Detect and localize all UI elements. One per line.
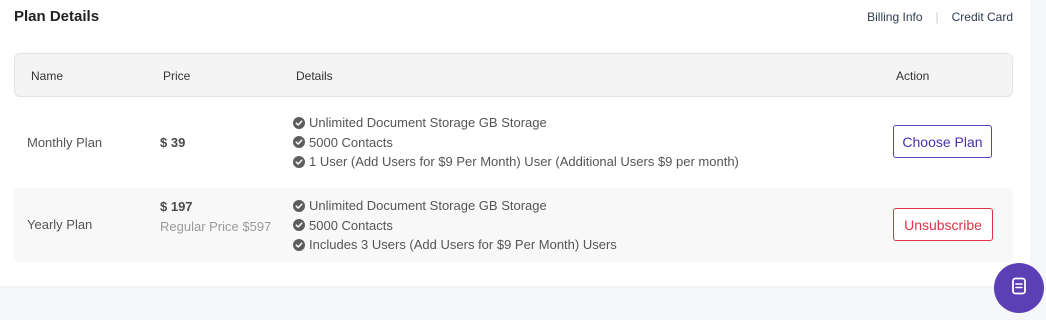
billing-info-link[interactable]: Billing Info <box>867 10 922 24</box>
feature-item: 5000 Contacts <box>293 218 617 234</box>
choose-plan-button[interactable]: Choose Plan <box>893 125 992 158</box>
header-name: Name <box>31 69 64 83</box>
header-action: Action <box>896 69 930 83</box>
chat-button[interactable] <box>994 263 1044 313</box>
check-circle-icon <box>293 238 305 251</box>
plan-name: Yearly Plan <box>27 217 93 232</box>
feature-text: 5000 Contacts <box>309 134 393 150</box>
credit-card-link[interactable]: Credit Card <box>952 10 1013 24</box>
feature-text: 5000 Contacts <box>309 217 393 233</box>
feature-item: 1 User (Add Users for $9 Per Month) User… <box>293 154 739 170</box>
plan-details-card: Plan Details Billing Info | Credit Card … <box>0 0 1030 286</box>
regular-price-note: Regular Price $597 <box>160 219 272 234</box>
plan-price: $ 39 <box>160 135 186 150</box>
feature-text: Includes 3 Users (Add Users for $9 Per M… <box>309 237 617 253</box>
feature-list: Unlimited Document Storage GB Storage 50… <box>293 198 617 253</box>
check-circle-icon <box>293 219 305 232</box>
link-separator: | <box>935 10 939 24</box>
feature-item: Unlimited Document Storage GB Storage <box>293 115 739 131</box>
table-row: Monthly Plan $ 39 Unlimited Document Sto… <box>14 97 1013 185</box>
table-row: Yearly Plan $ 197 Regular Price $597 Unl… <box>14 188 1013 262</box>
feature-list: Unlimited Document Storage GB Storage 50… <box>293 115 739 170</box>
plan-price: $ 197 <box>160 199 193 214</box>
header-price: Price <box>163 69 191 83</box>
check-circle-icon <box>293 155 305 168</box>
feature-item: 5000 Contacts <box>293 135 739 151</box>
feature-item: Includes 3 Users (Add Users for $9 Per M… <box>293 237 617 253</box>
unsubscribe-button[interactable]: Unsubscribe <box>893 208 993 241</box>
feature-item: Unlimited Document Storage GB Storage <box>293 198 617 214</box>
check-circle-icon <box>293 116 305 129</box>
feature-text: 1 User (Add Users for $9 Per Month) User… <box>309 154 739 170</box>
top-links: Billing Info | Credit Card <box>867 10 1013 24</box>
feature-text: Unlimited Document Storage GB Storage <box>309 115 547 131</box>
page-title: Plan Details <box>14 8 100 25</box>
plan-name: Monthly Plan <box>27 135 103 150</box>
header-details: Details <box>296 69 333 83</box>
table-header: Name Price Details Action <box>14 53 1013 97</box>
check-circle-icon <box>293 136 305 149</box>
chat-icon <box>1011 277 1027 300</box>
feature-text: Unlimited Document Storage GB Storage <box>309 198 547 214</box>
check-circle-icon <box>293 199 305 212</box>
